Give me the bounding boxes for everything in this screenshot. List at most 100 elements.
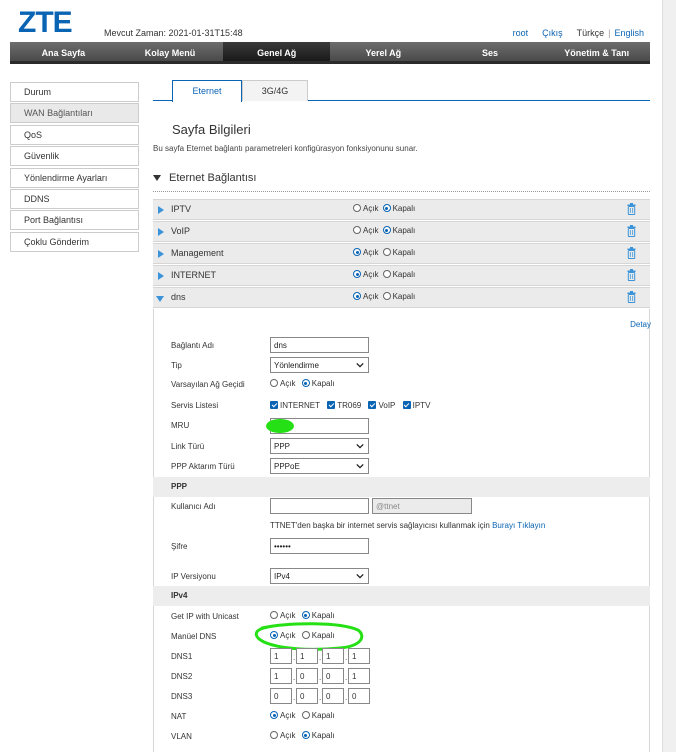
sidebar-item-qos[interactable]: QoS (10, 124, 139, 145)
dns3-octet-input[interactable]: 0 (296, 688, 318, 704)
trash-icon[interactable] (627, 291, 636, 303)
connection-on-radio[interactable] (353, 226, 361, 234)
chevron-down-icon (356, 362, 364, 368)
sidebar-item-port[interactable]: Port Bağlantısı (10, 210, 139, 231)
service-label: Servis Listesi (171, 401, 219, 410)
expand-arrow-icon[interactable] (158, 272, 164, 280)
connection-on-radio[interactable] (353, 270, 361, 278)
gateway-label: Varsayılan Ağ Geçidi (171, 380, 245, 389)
connection-on-radio[interactable] (353, 204, 361, 212)
connection-off-radio[interactable] (382, 292, 391, 300)
tab-eternet[interactable]: Eternet (172, 80, 242, 102)
gateway-on-radio[interactable] (270, 379, 278, 387)
trash-icon[interactable] (627, 269, 636, 281)
ipv4-subheader: IPv4 (153, 586, 650, 606)
expand-arrow-icon[interactable] (158, 250, 164, 258)
service-iptv-checkbox[interactable] (402, 401, 411, 409)
nav-ana-sayfa[interactable]: Ana Sayfa (10, 42, 117, 61)
lang-turkish[interactable]: Türkçe (577, 28, 605, 38)
user-link[interactable]: root (513, 28, 529, 38)
sidebar-item-ddns[interactable]: DDNS (10, 188, 139, 209)
ppp-mode-label: PPP Aktarım Türü (171, 462, 235, 471)
expand-arrow-icon[interactable] (158, 206, 164, 214)
detay-link[interactable]: Detay (630, 320, 651, 329)
section-title[interactable]: Eternet Bağlantısı (153, 172, 256, 184)
dns2-octet-input[interactable]: 0 (322, 668, 344, 684)
connection-off-label: Kapalı (392, 226, 416, 235)
expanded-arrow-icon[interactable] (156, 296, 164, 302)
expand-arrow-icon[interactable] (158, 228, 164, 236)
connection-on-label: Açık (363, 248, 379, 257)
link-type-value: PPP (274, 442, 291, 451)
conn-name-input[interactable]: dns (270, 337, 369, 353)
vlan-label: VLAN (171, 732, 192, 741)
sidebar-item-yonlendirme[interactable]: Yönlendirme Ayarları (10, 167, 139, 188)
nav-ses[interactable]: Ses (437, 42, 544, 61)
sidebar-item-guvenlik[interactable]: Güvenlik (10, 146, 139, 167)
dns1-octet-input[interactable]: 1 (296, 648, 318, 664)
trash-icon[interactable] (627, 203, 636, 215)
service-voip-checkbox[interactable] (368, 401, 377, 409)
connection-off-radio[interactable] (382, 204, 391, 212)
nav-yonetim[interactable]: Yönetim & Tanı (543, 42, 650, 61)
connection-off-radio[interactable] (382, 248, 391, 256)
gateway-off-radio[interactable] (301, 379, 310, 387)
connection-off-radio[interactable] (382, 226, 391, 234)
dns1-label: DNS1 (171, 652, 193, 661)
connection-off-label: Kapalı (392, 292, 416, 301)
isp-info-link[interactable]: Burayı Tıklayın (492, 521, 545, 530)
connection-row[interactable]: Management Açık Kapalı (153, 243, 650, 264)
nat-on-radio[interactable] (270, 711, 278, 719)
connection-row[interactable]: INTERNET Açık Kapalı (153, 265, 650, 286)
dns2-octet-input[interactable]: 1 (348, 668, 370, 684)
trash-icon[interactable] (627, 247, 636, 259)
dns1-octet-input[interactable]: 1 (322, 648, 344, 664)
logout-link[interactable]: Çıkış (542, 28, 563, 38)
type-select-value: Yönlendirme (274, 361, 319, 370)
service-internet-checkbox[interactable] (270, 401, 278, 409)
sidebar-item-durum[interactable]: Durum (10, 82, 139, 102)
dns3-octet-input[interactable]: 0 (270, 688, 292, 704)
vlan-on-radio[interactable] (270, 731, 278, 739)
dns1-octet-input[interactable]: 1 (270, 648, 292, 664)
tab-3g4g[interactable]: 3G/4G (242, 80, 308, 101)
nav-kolay-menu[interactable]: Kolay Menü (117, 42, 224, 61)
nav-genel-ag[interactable]: Genel Ağ (223, 42, 331, 61)
username-label: Kullanıcı Adı (171, 502, 216, 511)
nat-off-radio[interactable] (301, 711, 310, 719)
connection-row[interactable]: dns Açık Kapalı (153, 287, 650, 308)
dns3-octet-input[interactable]: 0 (322, 688, 344, 704)
page-scrollbar[interactable] (662, 0, 676, 752)
vlan-radios: Açık Kapalı (270, 731, 338, 740)
conn-name-label: Bağlantı Adı (171, 341, 215, 350)
ppp-mode-select[interactable]: PPPoE (270, 458, 369, 474)
connection-off-label: Kapalı (392, 248, 416, 257)
dns3-octet-input[interactable]: 0 (348, 688, 370, 704)
unicast-off-radio[interactable] (301, 611, 310, 619)
trash-icon[interactable] (627, 225, 636, 237)
unicast-on-radio[interactable] (270, 611, 278, 619)
ip-dot-separator: . (293, 693, 296, 702)
dns2-octet-input[interactable]: 1 (270, 668, 292, 684)
connection-row[interactable]: VoIP Açık Kapalı (153, 221, 650, 242)
link-type-select[interactable]: PPP (270, 438, 369, 454)
ipver-select[interactable]: IPv4 (270, 568, 369, 584)
password-input[interactable]: •••••• (270, 538, 369, 554)
service-tr069-checkbox[interactable] (327, 401, 336, 409)
username-input[interactable] (270, 498, 369, 514)
lang-english[interactable]: English (614, 28, 644, 38)
dns2-octet-input[interactable]: 0 (296, 668, 318, 684)
type-select[interactable]: Yönlendirme (270, 357, 369, 373)
sidebar-item-coklu[interactable]: Çoklu Gönderim (10, 231, 139, 252)
dns1-octet-input[interactable]: 1 (348, 648, 370, 664)
vlan-off-radio[interactable] (301, 731, 310, 739)
sidebar-item-wan[interactable]: WAN Bağlantıları (10, 103, 139, 124)
connection-row[interactable]: IPTV Açık Kapalı (153, 199, 650, 220)
ipver-label: IP Versiyonu (171, 572, 216, 581)
gateway-radios: Açık Kapalı (270, 379, 338, 388)
connection-on-label: Açık (363, 226, 379, 235)
connection-off-radio[interactable] (382, 270, 391, 278)
connection-on-radio[interactable] (353, 248, 361, 256)
nav-yerel-ag[interactable]: Yerel Ağ (330, 42, 437, 61)
connection-on-radio[interactable] (353, 292, 361, 300)
